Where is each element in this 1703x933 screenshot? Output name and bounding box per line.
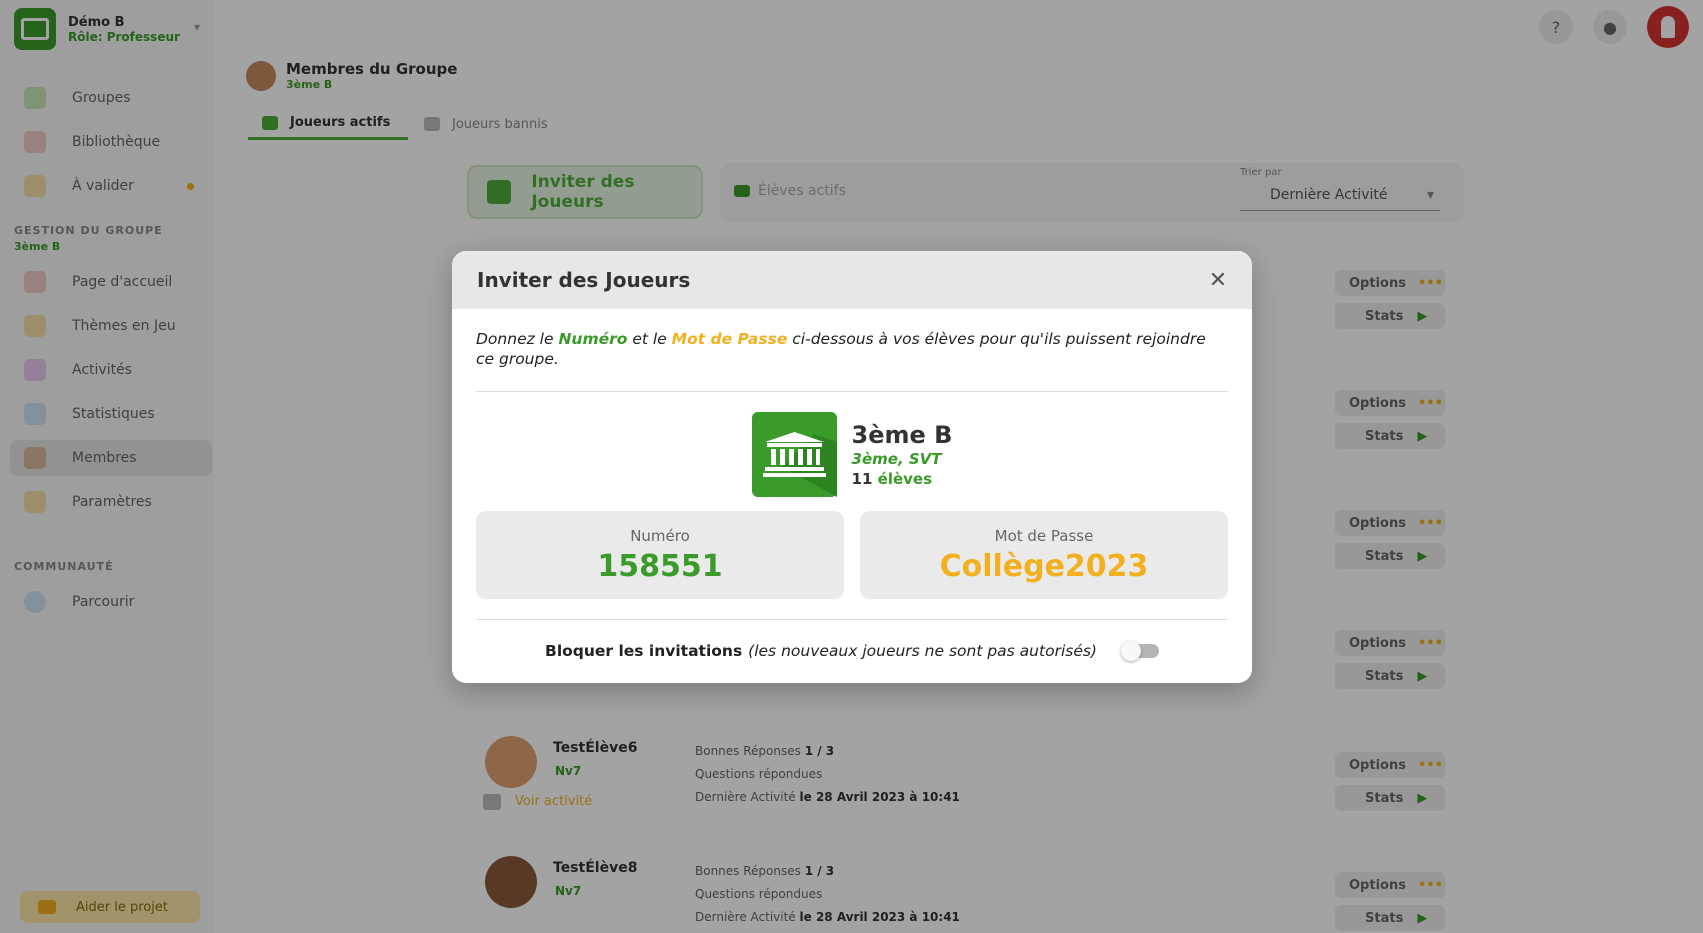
block-invitations-toggle[interactable]	[1120, 641, 1159, 661]
group-password-label: Mot de Passe	[994, 527, 1094, 545]
group-password-value: Collège2023	[939, 549, 1149, 584]
group-code-value: 158551	[597, 549, 723, 584]
group-student-count: 11 élèves	[852, 470, 953, 488]
close-icon[interactable]: ✕	[1206, 268, 1230, 293]
invite-players-dialog: Inviter des Joueurs ✕ Donnez le Numéro e…	[452, 251, 1252, 683]
group-password-box[interactable]: Mot de Passe Collège2023	[860, 511, 1228, 599]
block-invitations-hint: (les nouveaux joueurs ne sont pas autori…	[748, 642, 1097, 660]
group-name: 3ème B	[851, 421, 953, 449]
group-code-box[interactable]: Numéro 158551	[476, 511, 844, 599]
group-level: 3ème, SVT	[851, 450, 942, 468]
divider	[476, 619, 1228, 620]
desc-text: Donnez le	[476, 330, 559, 348]
group-code-label: Numéro	[630, 527, 690, 545]
dialog-body: Donnez le Numéro et le Mot de Passe ci-d…	[452, 309, 1252, 661]
student-count-value: 11	[851, 470, 873, 488]
group-card: 3ème B 3ème, SVT 11 élèves	[476, 412, 1228, 497]
dialog-header: Inviter des Joueurs ✕	[452, 251, 1252, 309]
divider	[476, 391, 1228, 392]
desc-text: et le	[627, 330, 672, 348]
credentials-row: Numéro 158551 Mot de Passe Collège2023	[476, 511, 1228, 599]
desc-highlight-numero: Numéro	[558, 330, 628, 348]
dialog-title: Inviter des Joueurs	[477, 268, 691, 292]
school-building-icon	[751, 412, 837, 497]
block-invitations-label: Bloquer les invitations	[545, 642, 743, 660]
desc-highlight-password: Mot de Passe	[671, 330, 788, 348]
student-count-label: élèves	[877, 470, 933, 488]
block-invitations-row: Bloquer les invitations (les nouveaux jo…	[476, 641, 1228, 661]
dialog-description: Donnez le Numéro et le Mot de Passe ci-d…	[476, 329, 1228, 369]
